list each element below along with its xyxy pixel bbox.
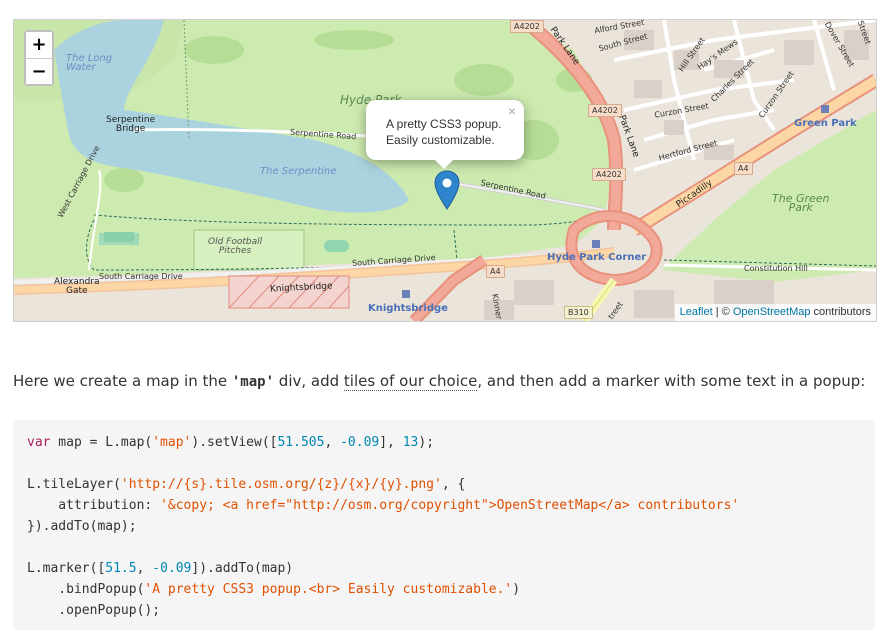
code-text: }).addTo(map);: [27, 519, 137, 534]
intro-code-map: 'map': [231, 374, 275, 390]
tiles-link[interactable]: tiles of our choice: [343, 372, 478, 391]
code-text: , {: [441, 477, 466, 492]
map-label-long-water: The Long Water: [66, 53, 113, 73]
map-popup: × A pretty CSS3 popup. Easily customizab…: [366, 100, 524, 169]
code-block: var map = L.map('map').setView([51.505 , …: [13, 420, 875, 630]
code-text: ,: [136, 561, 153, 576]
popup-close-button[interactable]: ×: [508, 104, 516, 118]
attribution-separator: | ©: [712, 306, 733, 318]
intro-text-before: Here we create a map in the: [13, 372, 232, 390]
code-number: 13: [402, 435, 419, 450]
code-number: 51.5: [105, 561, 137, 576]
map-container[interactable]: The LongWater Hyde Park SerpentineBridge…: [13, 19, 877, 322]
map-label-green-park-station: Green Park: [794, 118, 857, 129]
openstreetmap-link[interactable]: OpenStreetMap: [733, 306, 811, 318]
code-text: L.marker([: [27, 561, 106, 576]
popup-line-2: Easily customizable.: [386, 133, 495, 147]
code-text: L.tileLayer(: [27, 477, 121, 492]
map-label-old-football-pitches: Old Football Pitches: [208, 237, 263, 256]
road-shield-b310: B310: [564, 306, 593, 319]
code-text: map = L.map(: [50, 435, 153, 450]
road-shield-a4202: A4202: [510, 20, 544, 33]
popup-content: A pretty CSS3 popup. Easily customizable…: [386, 116, 501, 148]
code-number: 51.505: [277, 435, 325, 450]
intro-paragraph: Here we create a map in the 'map' div, a…: [13, 372, 866, 391]
map-label-serpentine-bridge: Serpentine Bridge: [106, 115, 156, 134]
zoom-out-button[interactable]: −: [26, 58, 52, 84]
code-text: ).setView([: [191, 435, 278, 450]
code-string: 'http://{s}.tile.osm.org/{z}/{x}/{y}.png…: [120, 477, 442, 492]
map-label-the-serpentine: The Serpentine: [260, 166, 337, 177]
code-string: 'A pretty CSS3 popup.<br> Easily customi…: [144, 582, 513, 597]
code-text: ],: [379, 435, 403, 450]
road-shield-a4: A4: [486, 265, 505, 278]
popup-tip: [434, 159, 454, 169]
popup-line-1: A pretty CSS3 popup.: [386, 117, 502, 131]
intro-text-after: , and then add a marker with some text i…: [477, 372, 866, 390]
code-text: ): [512, 582, 521, 597]
map-label-south-carriage-drive-1: South Carriage Drive: [99, 272, 183, 281]
leaflet-link[interactable]: Leaflet: [680, 306, 713, 318]
zoom-in-button[interactable]: +: [26, 32, 52, 58]
code-text: );: [418, 435, 435, 450]
code-keyword: var: [27, 435, 51, 450]
map-label-knightsbridge-station: Knightsbridge: [368, 303, 448, 314]
map-label-alexandra-gate: Alexandra Gate: [54, 277, 100, 296]
map-label-the-green-park: The Green Park: [772, 192, 830, 214]
code-text: attribution:: [27, 498, 161, 513]
zoom-control: + −: [24, 30, 54, 86]
map-label-hyde-park-corner: Hyde Park Corner: [547, 252, 647, 263]
code-content: var map = L.map('map').setView([51.505 , …: [27, 432, 861, 621]
code-string: 'map': [152, 435, 192, 450]
code-number: -0.09: [340, 435, 380, 450]
map-attribution: Leaflet | © OpenStreetMap contributors: [674, 304, 876, 321]
road-shield-a4202: A4202: [588, 104, 622, 117]
road-shield-a4202: A4202: [592, 168, 626, 181]
code-string: '&copy; <a href="http://osm.org/copyrigh…: [160, 498, 740, 513]
map-label-constitution-hill: Constitution Hill: [744, 264, 808, 273]
intro-text-middle: div, add: [274, 372, 344, 390]
code-text: .bindPopup(: [27, 582, 145, 597]
code-text: ]).addTo(map): [191, 561, 294, 576]
road-shield-a4: A4: [734, 162, 753, 175]
code-text: ,: [324, 435, 341, 450]
map-marker-icon[interactable]: [434, 170, 460, 210]
code-text: .openPopup();: [27, 603, 161, 618]
code-number: -0.09: [152, 561, 192, 576]
attribution-suffix: contributors: [810, 306, 871, 318]
